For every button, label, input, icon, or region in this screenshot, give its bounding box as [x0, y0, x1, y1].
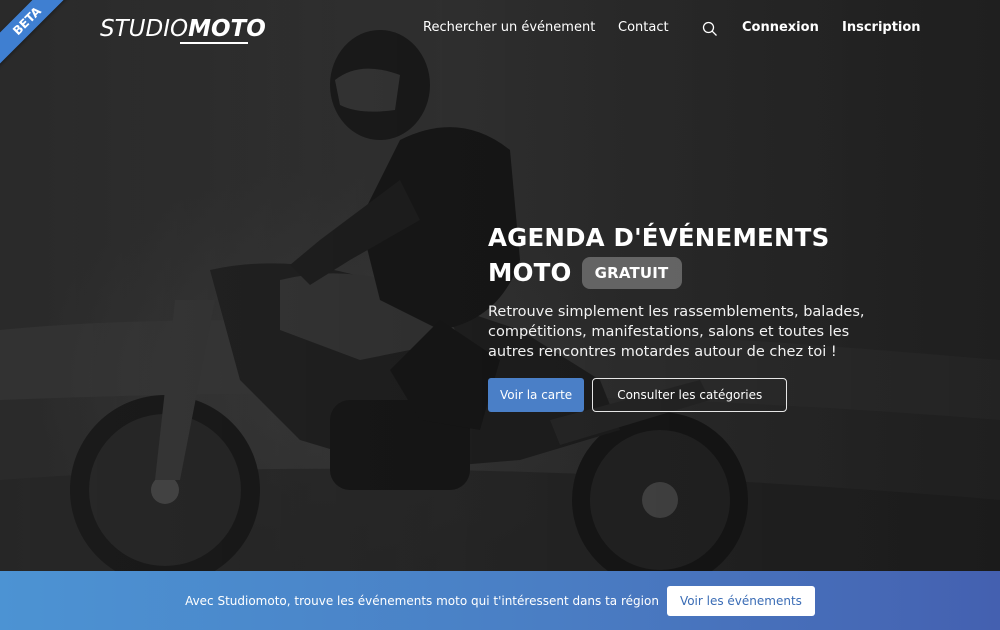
logo-part-studio: STUDIO	[100, 16, 189, 42]
nav-signup-link[interactable]: Inscription	[842, 20, 921, 35]
hero-description: Retrouve simplement les rassemblements, …	[488, 304, 865, 360]
view-map-button[interactable]: Voir la carte	[488, 378, 585, 412]
view-categories-button[interactable]: Consulter les catégories	[592, 378, 788, 412]
logo-underline	[180, 42, 248, 44]
hero-title-line1: AGENDA D'ÉVÉNEMENTS	[488, 223, 830, 252]
hero-title: AGENDA D'ÉVÉNEMENTS MOTO GRATUIT	[488, 220, 908, 290]
promo-banner: Avec Studiomoto, trouve les événements m…	[0, 571, 1000, 630]
hero-title-moto: MOTO	[488, 258, 572, 287]
nav-search-events-link[interactable]: Rechercher un événement	[423, 20, 595, 35]
view-events-button[interactable]: Voir les événements	[666, 585, 815, 616]
hero-content: AGENDA D'ÉVÉNEMENTS MOTO GRATUIT Retrouv…	[488, 220, 908, 412]
studiomoto-logo[interactable]: STUDIOMOTO	[100, 16, 266, 42]
nav-login-link[interactable]: Connexion	[742, 20, 819, 35]
banner-text: Avec Studiomoto, trouve les événements m…	[185, 593, 659, 608]
logo-part-moto: MOTO	[188, 16, 266, 42]
free-badge: GRATUIT	[581, 256, 682, 289]
search-icon[interactable]	[702, 21, 718, 37]
hero-buttons: Voir la carte Consulter les catégories	[488, 378, 908, 412]
hero-title-line2: MOTO GRATUIT	[488, 255, 908, 290]
nav-contact-link[interactable]: Contact	[618, 20, 669, 35]
navbar: STUDIOMOTO Rechercher un événement Conta…	[0, 0, 1000, 58]
